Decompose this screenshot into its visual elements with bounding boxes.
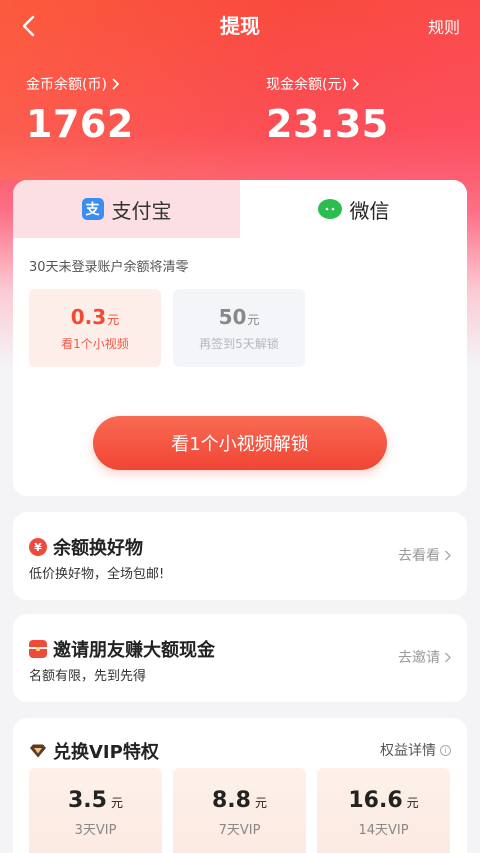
- invite-promo-title: 邀请朋友赚大额现金: [29, 636, 215, 662]
- chevron-right-icon: [112, 78, 119, 90]
- vip-details-link[interactable]: 权益详情 i: [380, 740, 451, 760]
- chevron-right-icon: [445, 550, 451, 560]
- cash-balance-link[interactable]: 现金余额(元): [266, 74, 389, 94]
- vip-option[interactable]: 8.8 元 7天VIP: [173, 768, 306, 853]
- shop-promo-action[interactable]: 去看看: [398, 545, 451, 565]
- info-icon: i: [440, 744, 451, 756]
- shop-promo-title-text: 余额换好物: [53, 538, 143, 559]
- withdraw-option-amount: 50元: [218, 304, 260, 329]
- vip-option-duration: 3天VIP: [74, 823, 117, 838]
- cash-balance-label: 现金余额(元): [266, 77, 347, 93]
- vip-exchange-card: 兑换VIP特权 权益详情 i 3.5 元 3天VIP 8.8 元 7天VIP 16.…: [13, 718, 467, 853]
- cash-balance: 现金余额(元) 23.35: [266, 74, 389, 146]
- invite-promo-card[interactable]: 邀请朋友赚大额现金 名额有限，先到先得 去邀请: [13, 614, 467, 702]
- diamond-icon: [30, 744, 46, 758]
- vip-option[interactable]: 3.5 元 3天VIP: [29, 768, 162, 853]
- unlock-video-button[interactable]: 看1个小视频解锁: [93, 416, 387, 470]
- rules-link[interactable]: 规则: [428, 14, 460, 38]
- coin-balance-label: 金币余额(币): [26, 77, 107, 93]
- coin-balance-link[interactable]: 金币余额(币): [26, 74, 134, 94]
- tab-wechat[interactable]: 微信: [240, 180, 467, 238]
- cash-balance-amount: 23.35: [266, 102, 389, 146]
- vip-option-price: 3.5 元: [68, 788, 123, 813]
- wechat-icon: [317, 199, 342, 219]
- coin-balance: 金币余额(币) 1762: [26, 74, 134, 146]
- shop-promo-action-label: 去看看: [398, 548, 440, 564]
- withdraw-option-condition: 再签到5天解锁: [199, 336, 279, 351]
- shop-promo-card[interactable]: ¥ 余额换好物 低价换好物，全场包邮! 去看看: [13, 512, 467, 600]
- page-title: 提现: [220, 14, 260, 38]
- shop-promo-title: ¥ 余额换好物: [29, 534, 143, 560]
- tab-alipay[interactable]: 支 支付宝: [13, 180, 240, 238]
- chevron-right-icon: [352, 78, 359, 90]
- vip-option-price: 8.8 元: [212, 788, 267, 813]
- tab-alipay-label: 支付宝: [111, 198, 172, 223]
- payment-tabs: 支 支付宝 微信: [13, 180, 467, 238]
- vip-option-price: 16.6 元: [348, 788, 419, 813]
- vip-option-duration: 7天VIP: [218, 823, 261, 838]
- invite-promo-title-text: 邀请朋友赚大额现金: [53, 640, 215, 661]
- balance-clear-notice: 30天未登录账户余额将清零: [29, 260, 189, 275]
- top-bar: 提现 规则: [0, 0, 480, 52]
- vip-option-duration: 14天VIP: [358, 823, 409, 838]
- vip-option[interactable]: 16.6 元 14天VIP: [317, 768, 450, 853]
- vip-title-text: 兑换VIP特权: [53, 742, 159, 763]
- coin-balance-amount: 1762: [26, 102, 134, 146]
- withdraw-option-amount: 0.3元: [70, 304, 120, 329]
- withdraw-option-large[interactable]: 50元 再签到5天解锁: [173, 289, 305, 367]
- invite-promo-action-label: 去邀请: [398, 650, 440, 666]
- withdraw-option-condition: 看1个小视频: [61, 336, 129, 351]
- invite-promo-desc: 名额有限，先到先得: [29, 669, 147, 684]
- withdraw-card: 支 支付宝 微信 30天未登录账户余额将清零 0.3元 看1个小视频 50元 再…: [13, 180, 467, 496]
- withdraw-option-small[interactable]: 0.3元 看1个小视频: [29, 289, 161, 367]
- invite-promo-action[interactable]: 去邀请: [398, 647, 451, 667]
- vip-title: 兑换VIP特权: [29, 738, 159, 764]
- alipay-icon: 支: [81, 198, 104, 220]
- chevron-right-icon: [445, 652, 451, 662]
- vip-details-label: 权益详情: [380, 743, 436, 759]
- shop-promo-desc: 低价换好物，全场包邮!: [29, 567, 165, 582]
- yen-icon: ¥: [29, 538, 47, 556]
- tab-wechat-label: 微信: [349, 198, 390, 223]
- red-packet-icon: [29, 640, 47, 658]
